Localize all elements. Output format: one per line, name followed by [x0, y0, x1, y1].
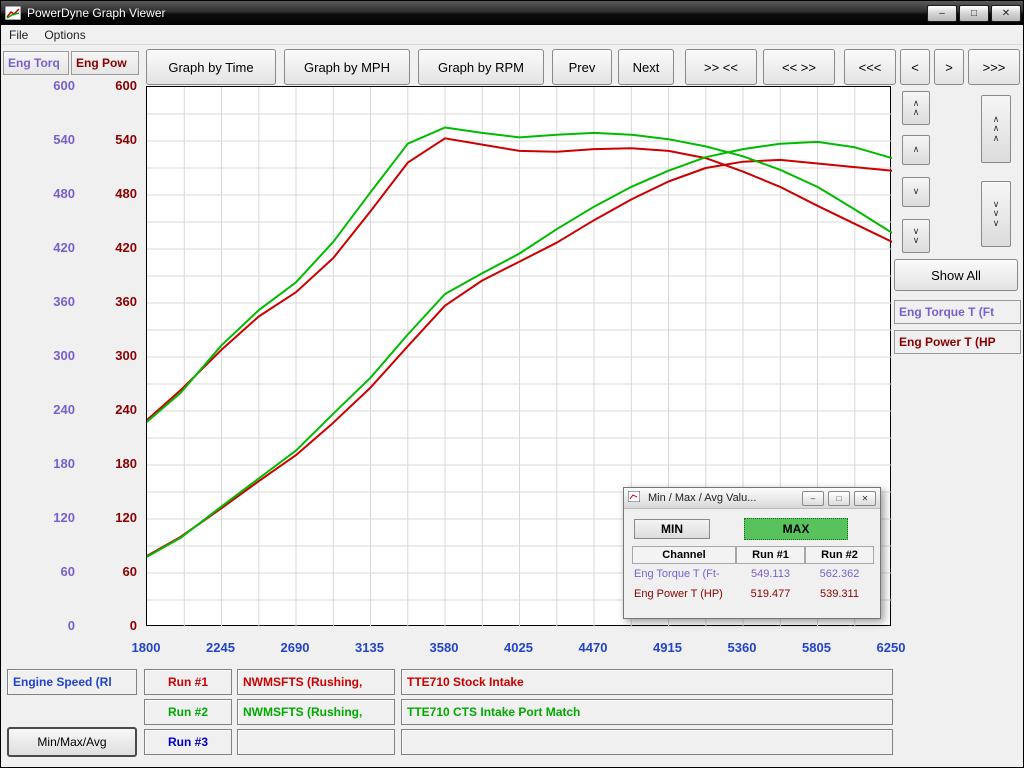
x-tick-label: 2690 — [270, 640, 320, 655]
x-tick-label: 5805 — [792, 640, 842, 655]
torque-max-run2: 562.362 — [805, 564, 874, 584]
y-tick-label-power: 60 — [123, 564, 137, 579]
y-tick-label-power: 540 — [115, 132, 137, 147]
y-tick-label-power: 600 — [115, 78, 137, 93]
graph-by-time-button[interactable]: Graph by Time — [146, 49, 276, 85]
y-tick-label-torque: 360 — [53, 294, 75, 309]
scroll-far-right-button[interactable]: >>> — [968, 49, 1020, 85]
max-toggle-button[interactable]: MAX — [744, 518, 848, 540]
run3-description-field — [401, 729, 893, 755]
run1-button[interactable]: Run #1 — [144, 669, 232, 695]
scroll-right-button[interactable]: > — [934, 49, 964, 85]
menu-file[interactable]: File — [9, 28, 28, 42]
minmax-window-title: Min / Max / Avg Valu... — [648, 492, 798, 504]
scroll-far-left-button[interactable]: <<< — [844, 49, 896, 85]
min-toggle-button[interactable]: MIN — [634, 519, 710, 539]
x-tick-label: 5360 — [717, 640, 767, 655]
minmax-maximize-button[interactable]: □ — [828, 491, 850, 506]
x-channel-field[interactable]: Engine Speed (Rl — [7, 669, 137, 695]
window-title: PowerDyne Graph Viewer — [27, 6, 927, 20]
y-scroll-up-button[interactable]: ∧ — [902, 135, 930, 165]
close-button[interactable]: ✕ — [991, 5, 1021, 22]
y-tick-label-power: 120 — [115, 510, 137, 525]
next-button[interactable]: Next — [618, 49, 674, 85]
scroll-left-button[interactable]: < — [900, 49, 930, 85]
y-tick-label-torque: 480 — [53, 186, 75, 201]
titlebar: PowerDyne Graph Viewer – □ ✕ — [1, 1, 1024, 25]
show-all-button[interactable]: Show All — [894, 259, 1018, 291]
y-tick-label-power: 180 — [115, 456, 137, 471]
y-tick-label-power: 480 — [115, 186, 137, 201]
y-tick-label-torque: 240 — [53, 402, 75, 417]
x-tick-label: 2245 — [196, 640, 246, 655]
zoom-in-x-button[interactable]: >> << — [685, 49, 757, 85]
graph-by-mph-button[interactable]: Graph by MPH — [284, 49, 410, 85]
y-tick-label-power: 0 — [130, 618, 137, 633]
legend-eng-power[interactable]: Eng Power T (HP — [894, 330, 1021, 354]
x-tick-label: 4470 — [568, 640, 618, 655]
y-tick-label-power: 240 — [115, 402, 137, 417]
power-max-run1: 519.477 — [736, 584, 805, 604]
x-tick-label: 1800 — [121, 640, 171, 655]
y-scroll-double-up-button[interactable]: ∧ ∧ — [902, 91, 930, 125]
x-tick-label: 4915 — [643, 640, 693, 655]
table-row-power: Eng Power T (HP) 519.477 539.311 — [632, 584, 874, 604]
y-tick-label-power: 420 — [115, 240, 137, 255]
y-tick-label-torque: 300 — [53, 348, 75, 363]
menubar: File Options — [1, 25, 1024, 45]
y-scroll-down-button[interactable]: ∨ — [902, 177, 930, 207]
maximize-button[interactable]: □ — [959, 5, 989, 22]
prev-button[interactable]: Prev — [552, 49, 612, 85]
minmax-avg-button[interactable]: Min/Max/Avg — [7, 727, 137, 757]
y-tick-label-torque: 180 — [53, 456, 75, 471]
graph-by-rpm-button[interactable]: Graph by RPM — [418, 49, 544, 85]
powerdyne-window: PowerDyne Graph Viewer – □ ✕ File Option… — [0, 0, 1024, 768]
minmax-table: Channel Run #1 Run #2 Eng Torque T (Ft- … — [632, 546, 874, 604]
y-scroll-double-down-button[interactable]: ∨ ∨ — [902, 219, 930, 253]
power-max-run2: 539.311 — [805, 584, 874, 604]
y-tick-label-torque: 600 — [53, 78, 75, 93]
x-tick-label: 4025 — [494, 640, 544, 655]
zoom-out-x-button[interactable]: << >> — [763, 49, 835, 85]
y-tick-label-torque: 0 — [68, 618, 75, 633]
minimize-button[interactable]: – — [927, 5, 957, 22]
run1-description-field: TTE710 Stock Intake — [401, 669, 893, 695]
minmax-minimize-button[interactable]: – — [802, 491, 824, 506]
run2-button[interactable]: Run #2 — [144, 699, 232, 725]
minmax-window: Min / Max / Avg Valu... – □ ✕ MIN MAX Ch… — [623, 487, 881, 619]
y-axis-torque-labels: 600540480420360300240180120600 — [29, 1, 75, 768]
run3-source-field — [237, 729, 395, 755]
y-tick-label-torque: 120 — [53, 510, 75, 525]
y-tick-label-power: 360 — [115, 294, 137, 309]
column-header-channel: Channel — [632, 546, 736, 564]
y-tick-label-power: 300 — [115, 348, 137, 363]
minmax-titlebar[interactable]: Min / Max / Avg Valu... – □ ✕ — [624, 488, 880, 509]
minmax-close-button[interactable]: ✕ — [854, 491, 876, 506]
channel-name: Eng Torque T (Ft- — [632, 564, 736, 584]
run3-button[interactable]: Run #3 — [144, 729, 232, 755]
legend-eng-torque[interactable]: Eng Torque T (Ft — [894, 300, 1021, 324]
y-tick-label-torque: 60 — [61, 564, 75, 579]
run1-source-field: NWMSFTS (Rushing, — [237, 669, 395, 695]
run2-source-field: NWMSFTS (Rushing, — [237, 699, 395, 725]
x-tick-label: 3580 — [419, 640, 469, 655]
x-tick-label: 6250 — [866, 640, 916, 655]
torque-max-run1: 549.113 — [736, 564, 805, 584]
y-tick-label-torque: 420 — [53, 240, 75, 255]
channel-name: Eng Power T (HP) — [632, 584, 736, 604]
column-header-run2: Run #2 — [805, 546, 874, 564]
y-tick-label-torque: 540 — [53, 132, 75, 147]
minmax-window-icon — [628, 491, 644, 505]
app-icon — [5, 6, 21, 20]
y-zoom-up-button[interactable]: ∧ ∧ ∧ — [981, 95, 1011, 163]
column-header-run1: Run #1 — [736, 546, 805, 564]
x-tick-label: 3135 — [345, 640, 395, 655]
y-zoom-down-button[interactable]: ∨ ∨ ∨ — [981, 181, 1011, 247]
run2-description-field: TTE710 CTS Intake Port Match — [401, 699, 893, 725]
table-row-torque: Eng Torque T (Ft- 549.113 562.362 — [632, 564, 874, 584]
